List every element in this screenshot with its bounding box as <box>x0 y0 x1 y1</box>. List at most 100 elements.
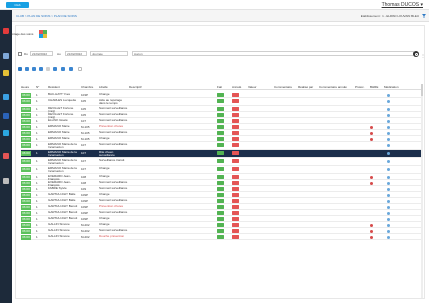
done-button[interactable] <box>217 107 224 111</box>
cancel-button[interactable] <box>232 229 239 233</box>
cancel-button[interactable] <box>232 107 239 111</box>
table-row[interactable]: 06:00 1 ERMANO Maria de la Incarnacion 1… <box>21 150 423 158</box>
done-button[interactable] <box>217 175 224 179</box>
medication-icon[interactable] <box>387 168 390 171</box>
col-descriptif[interactable]: Descriptif <box>129 85 142 89</box>
medication-icon[interactable] <box>387 144 390 147</box>
done-button[interactable] <box>217 217 224 221</box>
table-row[interactable]: 06:00 1 CHARLES Lucquette 105 Aide au re… <box>21 98 423 106</box>
done-button[interactable] <box>217 223 224 227</box>
pill-icon[interactable] <box>3 113 9 119</box>
cancel-button[interactable] <box>232 143 239 147</box>
col-medication[interactable]: Médication <box>384 85 399 89</box>
medication-icon[interactable] <box>387 120 390 123</box>
col-chambre[interactable]: Chambre <box>81 85 93 89</box>
col-fait[interactable]: Fait <box>217 85 222 89</box>
cancel-button[interactable] <box>232 217 239 221</box>
done-button[interactable] <box>217 159 224 163</box>
done-button[interactable] <box>217 151 224 155</box>
from-date-input[interactable]: 21/02/2022 <box>30 51 53 56</box>
more-options-icon[interactable]: ⋮ <box>421 53 425 58</box>
medication-icon[interactable] <box>387 108 390 111</box>
col-commentaire[interactable]: Commentaire <box>274 85 292 89</box>
medication-icon[interactable] <box>387 200 390 203</box>
cancel-button[interactable] <box>232 93 239 97</box>
done-button[interactable] <box>217 93 224 97</box>
service-select[interactable]: Journée <box>90 51 128 56</box>
cancel-button[interactable] <box>232 167 239 171</box>
refresh-icon[interactable] <box>46 67 50 71</box>
cancel-button[interactable] <box>232 131 239 135</box>
medication-icon[interactable] <box>387 182 390 185</box>
cancel-button[interactable] <box>232 119 239 123</box>
cancel-button[interactable] <box>232 175 239 179</box>
medication-icon[interactable] <box>387 138 390 141</box>
cancel-button[interactable] <box>232 151 239 155</box>
to-date-input[interactable]: 21/02/2022 <box>65 51 87 56</box>
cancel-button[interactable] <box>232 193 239 197</box>
medication-icon[interactable] <box>387 218 390 221</box>
table-row[interactable]: 06:00 1 ERMANO Maria de la Incarnacion 1… <box>21 158 423 166</box>
col-protocole[interactable]: Protoc. <box>355 85 365 89</box>
settings-icon[interactable] <box>3 153 9 159</box>
done-button[interactable] <box>217 143 224 147</box>
done-button[interactable] <box>217 167 224 171</box>
cancel-button[interactable] <box>232 205 239 209</box>
medication-icon[interactable] <box>387 94 390 97</box>
medication-icon[interactable] <box>387 230 390 233</box>
done-button[interactable] <box>217 99 224 103</box>
col-heure[interactable]: Heure <box>21 85 29 89</box>
cancel-button[interactable] <box>232 223 239 227</box>
done-button[interactable] <box>217 181 224 185</box>
table-scrollbar[interactable] <box>421 84 423 298</box>
done-button[interactable] <box>217 119 224 123</box>
copy-icon[interactable] <box>39 67 43 71</box>
col-valeur[interactable]: Valeur <box>248 85 256 89</box>
medication-icon[interactable] <box>387 176 390 179</box>
user-icon[interactable] <box>3 178 9 184</box>
done-button[interactable] <box>217 137 224 141</box>
breadcrumb[interactable]: CLUB > PLAN DE SOINS > PLAN DE SOINS <box>16 14 77 18</box>
medication-icon[interactable] <box>387 114 390 117</box>
export-icon[interactable] <box>61 67 65 71</box>
done-button[interactable] <box>217 193 224 197</box>
done-button[interactable] <box>217 187 224 191</box>
col-num[interactable]: N° <box>36 85 39 89</box>
col-comm-annule[interactable]: Commentaire annulé <box>319 85 347 89</box>
medication-icon[interactable] <box>387 212 390 215</box>
filter-icon[interactable] <box>422 14 426 18</box>
done-button[interactable] <box>217 229 224 233</box>
user-menu[interactable]: Thomas DUCOS ▾ <box>382 2 423 8</box>
club-button[interactable]: Club <box>6 2 29 8</box>
col-libelle[interactable]: Libellé <box>99 85 108 89</box>
cancel-button[interactable] <box>232 159 239 163</box>
chart-icon[interactable] <box>3 53 9 59</box>
done-button[interactable] <box>217 113 224 117</box>
group-select[interactable]: Aucun <box>132 51 414 56</box>
settings-icon[interactable] <box>78 67 82 71</box>
medication-icon[interactable] <box>387 160 390 163</box>
print-icon[interactable] <box>53 67 57 71</box>
scroll-thumb[interactable] <box>421 84 423 96</box>
cancel-button[interactable] <box>232 235 239 239</box>
star-icon[interactable] <box>3 70 9 76</box>
calendar-icon[interactable] <box>3 130 9 136</box>
medication-icon[interactable] <box>387 100 390 103</box>
cancel-button[interactable] <box>232 125 239 129</box>
cancel-button[interactable] <box>232 187 239 191</box>
done-button[interactable] <box>217 131 224 135</box>
medication-icon[interactable] <box>387 188 390 191</box>
medication-icon[interactable] <box>387 126 390 129</box>
medication-icon[interactable] <box>387 224 390 227</box>
done-button[interactable] <box>217 235 224 239</box>
cancel-button[interactable] <box>232 113 239 117</box>
table-row[interactable]: 06:00 1 GALLIN Simone M-202 Douche préve… <box>21 234 423 240</box>
cancel-button[interactable] <box>232 211 239 215</box>
done-button[interactable] <box>217 199 224 203</box>
done-button[interactable] <box>217 125 224 129</box>
medication-icon[interactable] <box>387 206 390 209</box>
list-view-icon[interactable] <box>18 67 22 71</box>
table-row[interactable]: 06:00 1 ERMANO Maria de la Incarnacion 1… <box>21 142 423 150</box>
col-bhre[interactable]: BHRE <box>370 85 378 89</box>
col-resident[interactable]: Résident <box>48 85 60 89</box>
